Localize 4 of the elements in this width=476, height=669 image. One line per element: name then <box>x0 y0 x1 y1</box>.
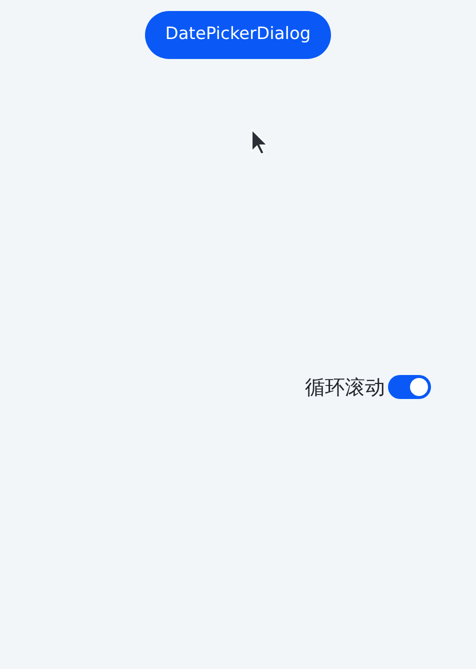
date-picker-button[interactable]: DatePickerDialog <box>145 11 331 59</box>
loop-scroll-switch[interactable] <box>388 375 431 399</box>
loop-scroll-label: 循环滚动 <box>305 374 385 401</box>
cursor-icon <box>251 129 268 155</box>
